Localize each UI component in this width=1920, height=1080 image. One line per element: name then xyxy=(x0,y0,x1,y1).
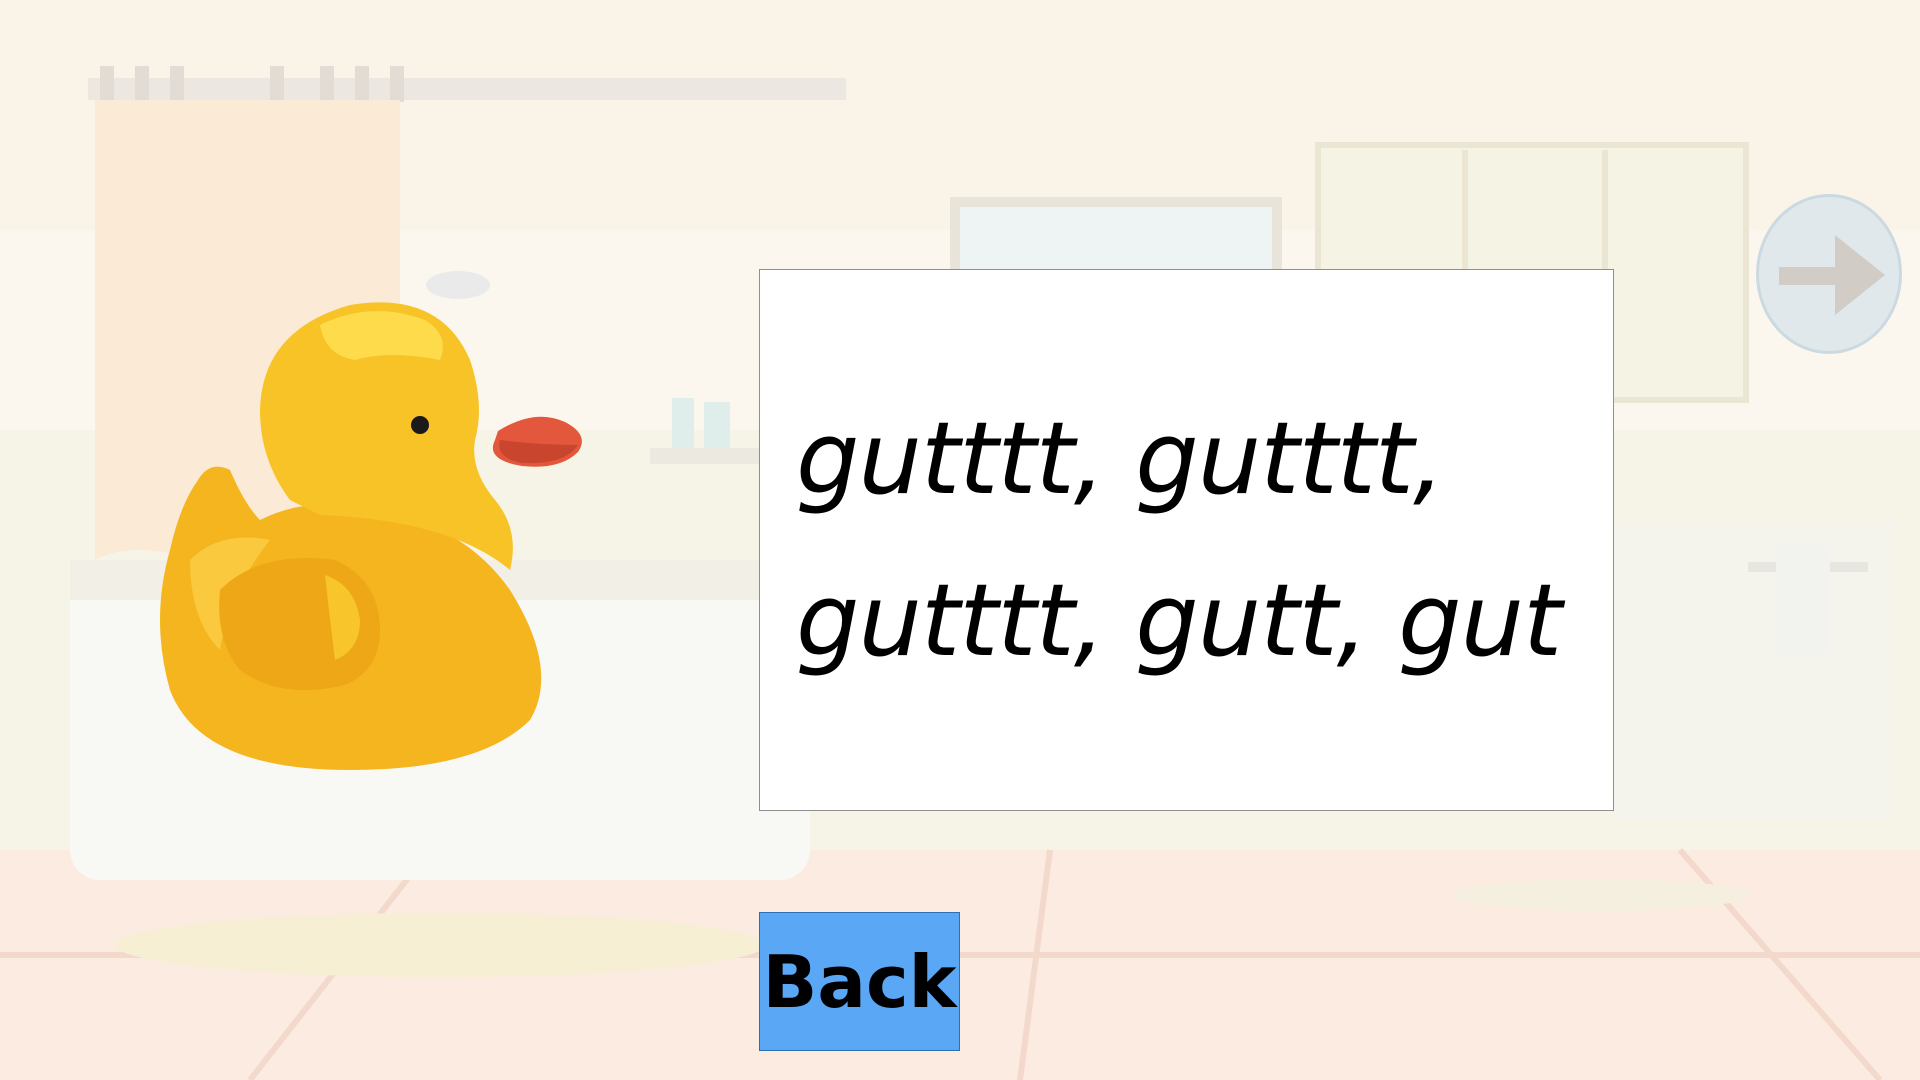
rubber-duck-image xyxy=(150,290,610,780)
sound-text-line-2: gutttt, gutt, gut xyxy=(796,562,1562,679)
game-screen: gutttt, gutttt, gutttt, gutt, gut Back xyxy=(0,0,1920,1080)
sound-text-line-1: gutttt, gutttt, xyxy=(796,400,1445,517)
back-button[interactable]: Back xyxy=(759,912,960,1051)
sound-text-card: gutttt, gutttt, gutttt, gutt, gut xyxy=(759,269,1614,811)
sound-text: gutttt, gutttt, gutttt, gutt, gut xyxy=(760,378,1581,702)
arrow-right-icon xyxy=(1779,235,1885,315)
next-button[interactable] xyxy=(1756,194,1902,354)
